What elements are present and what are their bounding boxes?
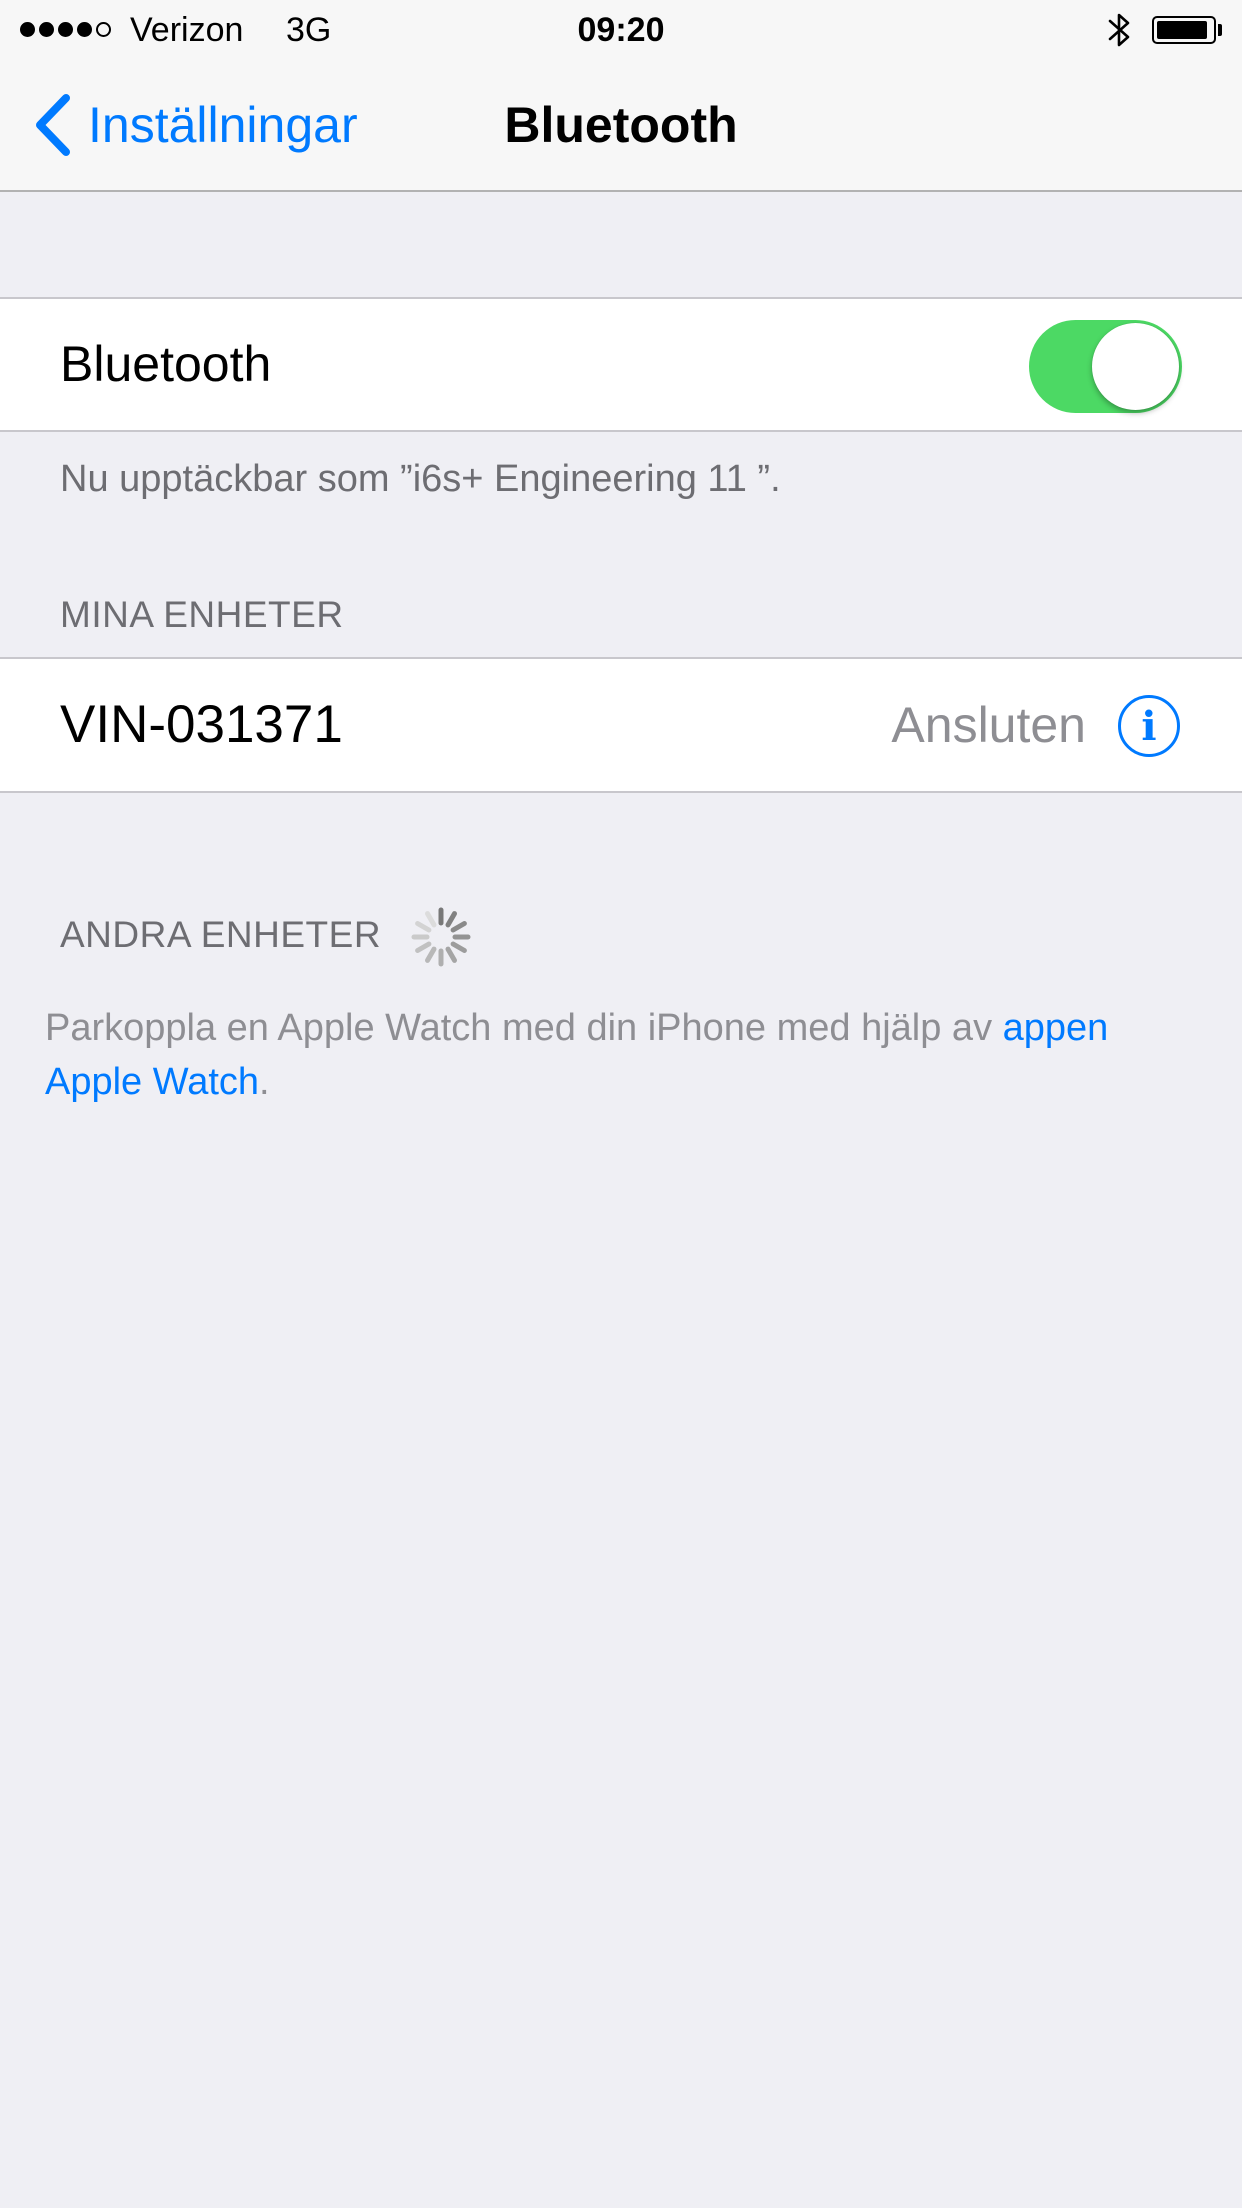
spinner-spoke (450, 921, 467, 933)
spinner-spoke (425, 911, 437, 928)
battery-icon (1152, 16, 1216, 44)
pair-watch-suffix: . (259, 1061, 270, 1103)
spinner-spoke (450, 941, 467, 953)
battery-level (1157, 21, 1207, 39)
my-devices-header: MINA ENHETER (60, 594, 344, 635)
spinner-spoke (415, 921, 432, 933)
navigation-bar: Bluetooth Inställningar (0, 60, 1242, 192)
discoverable-text: Nu upptäckbar som ”i6s+ Engineering 11 ”… (60, 458, 781, 500)
bluetooth-switch[interactable] (1029, 320, 1182, 413)
pair-watch-prefix: Parkoppla en Apple Watch med din iPhone … (45, 1007, 1003, 1049)
bluetooth-toggle-cell: Bluetooth (0, 297, 1242, 432)
bluetooth-icon (1108, 13, 1130, 47)
spinner-spoke (415, 941, 432, 953)
chevron-left-icon (36, 94, 70, 156)
device-status: Ansluten (891, 697, 1086, 753)
spinner-spoke (445, 946, 457, 963)
loading-spinner-icon (411, 907, 471, 967)
pair-watch-text: Parkoppla en Apple Watch med din iPhone … (45, 1001, 1195, 1109)
spinner-spoke (425, 946, 437, 963)
other-devices-header: ANDRA ENHETER (60, 914, 382, 955)
back-button[interactable]: Inställningar (30, 90, 358, 160)
back-button-label: Inställningar (88, 97, 358, 153)
battery-cap (1218, 24, 1222, 36)
spinner-spoke (445, 911, 457, 928)
switch-knob (1092, 323, 1179, 410)
status-time: 09:20 (577, 11, 665, 49)
device-row[interactable]: VIN-031371 Ansluten i (0, 657, 1242, 793)
bluetooth-label: Bluetooth (60, 336, 272, 392)
info-icon[interactable]: i (1117, 694, 1181, 758)
status-bar: Verizon 3G 09:20 (0, 0, 1242, 60)
svg-text:i: i (1141, 703, 1156, 750)
device-name: VIN-031371 (60, 695, 343, 754)
